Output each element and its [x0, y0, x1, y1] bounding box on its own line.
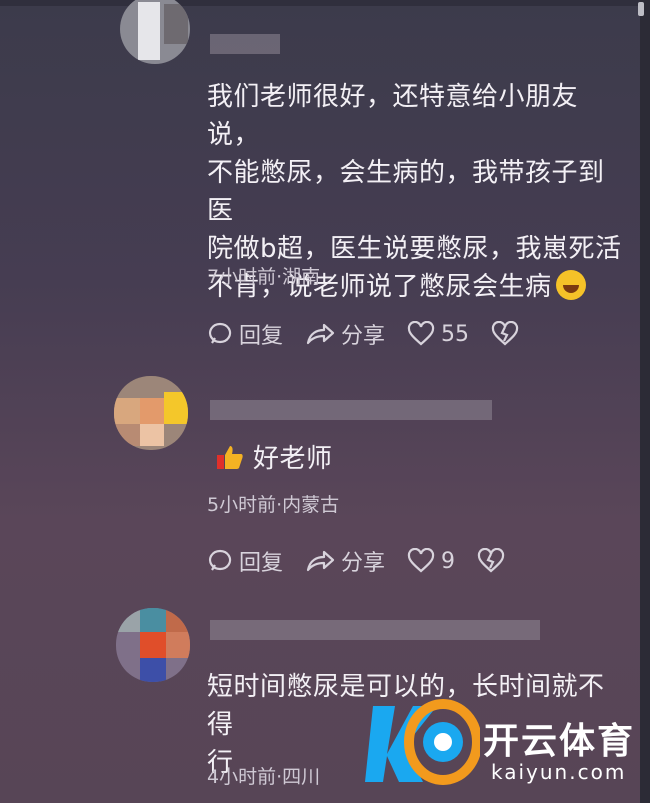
- share-arrow-icon: [306, 550, 335, 572]
- brand-name: 开云体育: [483, 721, 636, 762]
- scrollbar-track[interactable]: [640, 0, 650, 803]
- username-blurred[interactable]: [210, 400, 492, 420]
- reply-label: 回复: [239, 551, 284, 576]
- broken-heart-icon: [491, 321, 519, 346]
- reply-button[interactable]: 回复: [207, 545, 283, 577]
- username-blurred[interactable]: [210, 620, 540, 640]
- comment-meta: 7小时前·湖南: [207, 266, 321, 288]
- thumbs-up-emoji-icon: [215, 442, 245, 472]
- share-label: 分享: [341, 324, 386, 349]
- share-button[interactable]: 分享: [305, 545, 385, 577]
- heart-icon: [407, 548, 435, 573]
- heart-icon: [407, 321, 435, 346]
- comment-text: 好老师: [215, 440, 333, 478]
- comment-bubble-icon: [208, 549, 232, 571]
- reply-label: 回复: [239, 324, 284, 349]
- comment-1: 我们老师很好，还特意给小朋友说， 不能憋尿，会生病的，我带孩子到医 院做b超，医…: [0, 0, 640, 360]
- comment-bubble-icon: [208, 322, 232, 344]
- username-blurred[interactable]: [210, 34, 280, 54]
- avatar[interactable]: [116, 608, 190, 682]
- like-count: 55: [441, 321, 470, 347]
- share-arrow-icon: [306, 323, 335, 345]
- dislike-button[interactable]: [491, 321, 525, 347]
- share-label: 分享: [341, 551, 386, 576]
- comment-meta: 4小时前·四川: [207, 766, 321, 788]
- like-button[interactable]: 55: [407, 321, 469, 347]
- brand-url: kaiyun.com: [491, 760, 627, 784]
- comment-meta: 5小时前·内蒙古: [207, 494, 340, 516]
- share-button[interactable]: 分享: [305, 318, 385, 350]
- avatar[interactable]: [120, 0, 190, 64]
- dislike-button[interactable]: [477, 548, 511, 574]
- comment-line: 不能憋尿，会生病的，我带孩子到医: [207, 158, 605, 226]
- like-button[interactable]: 9: [407, 548, 455, 574]
- comment-actions: 回复 分享 55: [207, 318, 547, 350]
- comment-line: 我们老师很好，还特意给小朋友说，: [207, 82, 579, 150]
- avatar[interactable]: [114, 376, 188, 450]
- reply-button[interactable]: 回复: [207, 318, 283, 350]
- laughing-emoji-icon: [555, 270, 586, 300]
- brand-watermark: 开云体育 kaiyun.com: [365, 690, 640, 800]
- broken-heart-icon: [477, 548, 505, 573]
- brand-logo-icon: [365, 699, 480, 785]
- comment-2: 好老师 5小时前·内蒙古 回复 分享 9: [0, 370, 640, 590]
- like-count: 9: [441, 548, 456, 574]
- comment-line-text: 好老师: [253, 444, 333, 474]
- comment-actions: 回复 分享 9: [207, 545, 533, 577]
